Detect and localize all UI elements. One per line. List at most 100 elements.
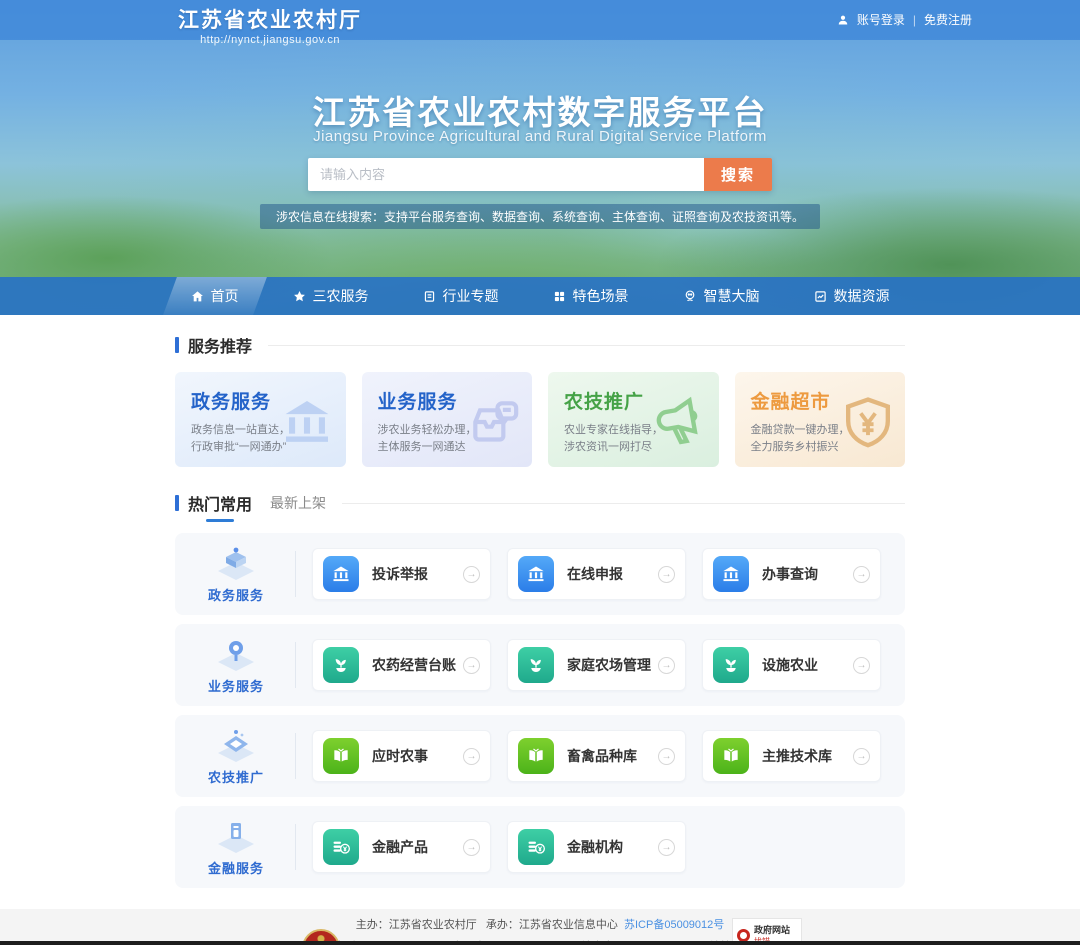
nav-item-featured-scenes[interactable]: 特色场景 xyxy=(526,277,656,315)
service-row-business: 业务服务 农药经营台账 → 家庭农场管理 → xyxy=(175,624,905,706)
category-3d-icon xyxy=(212,817,260,857)
service-card-label: 投诉举报 xyxy=(372,564,428,584)
bank-icon xyxy=(276,394,338,455)
footer-phones: 电话：025-86263414(厅办公室) 025-86263709(网站内容)… xyxy=(0,938,1080,945)
arrow-icon: → xyxy=(463,566,480,583)
site-logo-url: http://nynct.jiangsu.gov.cn xyxy=(178,34,362,46)
search-bar: 搜索 xyxy=(308,158,772,191)
login-link[interactable]: 账号登录 xyxy=(857,11,905,28)
brain-icon xyxy=(683,289,697,303)
service-card-label: 畜禽品种库 xyxy=(567,746,637,766)
category-block: 政务服务 xyxy=(183,544,289,604)
nav-label: 三农服务 xyxy=(313,286,369,306)
finance-icon xyxy=(323,829,359,865)
arrow-icon: → xyxy=(463,657,480,674)
service-row-gov: 政务服务 投诉举报 → 在线申报 → xyxy=(175,533,905,615)
main-navigation: 首页 三农服务 行业专题 特色场景 智慧大脑 数据资源 xyxy=(0,277,1080,315)
nav-label: 数据资源 xyxy=(834,286,890,306)
finance-icon xyxy=(518,829,554,865)
bank-icon xyxy=(518,556,554,592)
search-button[interactable]: 搜索 xyxy=(704,158,772,191)
arrow-icon: → xyxy=(853,657,870,674)
recommend-section: 服务推荐 政务服务 政务信息一站直达， 行政审批“一网通办” 业务服务 xyxy=(175,333,905,467)
recommend-card-gov-services[interactable]: 政务服务 政务信息一站直达， 行政审批“一网通办” xyxy=(175,372,346,467)
divider xyxy=(295,733,296,779)
divider xyxy=(295,824,296,870)
arrow-icon: → xyxy=(463,839,480,856)
service-card-seasonal-farming[interactable]: 应时农事 → xyxy=(312,730,491,782)
star-icon xyxy=(293,290,306,303)
search-hint: 涉农信息在线搜索：支持平台服务查询、数据查询、系统查询、主体查询、证照查询及农技… xyxy=(260,204,820,229)
arrow-icon: → xyxy=(853,748,870,765)
category-3d-icon xyxy=(212,635,260,675)
service-card-label: 金融机构 xyxy=(567,837,623,857)
nav-item-industry-topics[interactable]: 行业专题 xyxy=(396,277,526,315)
tab-hot-common[interactable]: 热门常用 xyxy=(188,491,252,515)
divider xyxy=(295,551,296,597)
service-card-online-declaration[interactable]: 在线申报 → xyxy=(507,548,686,600)
arrow-icon: → xyxy=(463,748,480,765)
gov-website-badge[interactable]: 政府网站 找错 xyxy=(732,918,802,945)
service-card-complaint-report[interactable]: 投诉举报 → xyxy=(312,548,491,600)
grid-icon xyxy=(553,290,566,303)
service-card-financial-products[interactable]: 金融产品 → xyxy=(312,821,491,873)
service-card-affairs-inquiry[interactable]: 办事查询 → xyxy=(702,548,881,600)
hero-banner: 江苏省农业农村厅 http://nynct.jiangsu.gov.cn 账号登… xyxy=(0,0,1080,315)
icp-link[interactable]: 苏ICP备05009012号 xyxy=(624,919,724,931)
page: 江苏省农业农村厅 http://nynct.jiangsu.gov.cn 账号登… xyxy=(0,0,1080,945)
site-logo: 江苏省农业农村厅 http://nynct.jiangsu.gov.cn xyxy=(178,4,362,46)
nav-label: 首页 xyxy=(211,286,239,306)
gov-badge-icon xyxy=(737,929,750,942)
recommend-card-agritech-promotion[interactable]: 农技推广 农业专家在线指导， 涉农资讯一网打尽 xyxy=(548,372,719,467)
category-label: 农技推广 xyxy=(183,767,289,786)
nav-label: 行业专题 xyxy=(443,286,499,306)
recommend-card-business-services[interactable]: 业务服务 涉农业务轻松办理， 主体服务一网通达 xyxy=(362,372,533,467)
category-block: 金融服务 xyxy=(183,817,289,877)
service-card-label: 设施农业 xyxy=(762,655,818,675)
nav-item-sannong-services[interactable]: 三农服务 xyxy=(266,277,396,315)
category-3d-icon xyxy=(212,726,260,766)
service-row-finance: 金融服务 金融产品 → 金融机构 → xyxy=(175,806,905,888)
section-accent-bar xyxy=(175,495,179,511)
service-card-family-farm[interactable]: 家庭农场管理 → xyxy=(507,639,686,691)
category-block: 业务服务 xyxy=(183,635,289,695)
booklet-icon xyxy=(423,290,436,303)
arrow-icon: → xyxy=(658,566,675,583)
service-card-label: 金融产品 xyxy=(372,837,428,857)
service-card-facility-agriculture[interactable]: 设施农业 → xyxy=(702,639,881,691)
register-link[interactable]: 免费注册 xyxy=(924,11,972,28)
account-area: 账号登录 | 免费注册 xyxy=(837,11,972,28)
book-icon xyxy=(323,738,359,774)
arrow-icon: → xyxy=(853,566,870,583)
site-logo-title: 江苏省农业农村厅 xyxy=(178,4,362,34)
recommend-card-finance-market[interactable]: 金融超市 金融贷款一键办理， 全力服务乡村振兴 xyxy=(735,372,906,467)
category-3d-icon xyxy=(212,544,260,584)
arrow-icon: → xyxy=(658,839,675,856)
section-accent-bar xyxy=(175,337,179,353)
service-card-label: 农药经营台账 xyxy=(372,655,456,675)
platform-title: 江苏省农业农村数字服务平台 xyxy=(0,86,1080,134)
service-card-financial-institutions[interactable]: 金融机构 → xyxy=(507,821,686,873)
footer-host: 主办：江苏省农业农村厅 xyxy=(356,919,477,931)
service-card-livestock-breed-db[interactable]: 畜禽品种库 → xyxy=(507,730,686,782)
topbar-separator: | xyxy=(913,13,916,27)
nav-item-smart-brain[interactable]: 智慧大脑 xyxy=(656,277,787,315)
nav-item-home[interactable]: 首页 xyxy=(164,277,266,315)
nav-item-data-resources[interactable]: 数据资源 xyxy=(787,277,917,315)
service-card-label: 办事查询 xyxy=(762,564,818,584)
category-label: 业务服务 xyxy=(183,676,289,695)
sprout-icon xyxy=(323,647,359,683)
tab-newly-added[interactable]: 最新上架 xyxy=(270,493,326,513)
category-label: 政务服务 xyxy=(183,585,289,604)
service-card-pesticide-ledger[interactable]: 农药经营台账 → xyxy=(312,639,491,691)
service-card-label: 主推技术库 xyxy=(762,746,832,766)
service-card-main-tech-db[interactable]: 主推技术库 → xyxy=(702,730,881,782)
gov-badge-title: 政府网站 xyxy=(754,923,790,936)
nav-label: 特色场景 xyxy=(573,286,629,306)
inbox-icon xyxy=(464,394,524,455)
topbar: 江苏省农业农村厅 http://nynct.jiangsu.gov.cn 账号登… xyxy=(0,0,1080,40)
footer-organizer: 承办：江苏省农业信息中心 xyxy=(486,919,618,931)
home-icon xyxy=(191,290,204,303)
search-input[interactable] xyxy=(308,158,704,191)
service-card-label: 家庭农场管理 xyxy=(567,655,651,675)
